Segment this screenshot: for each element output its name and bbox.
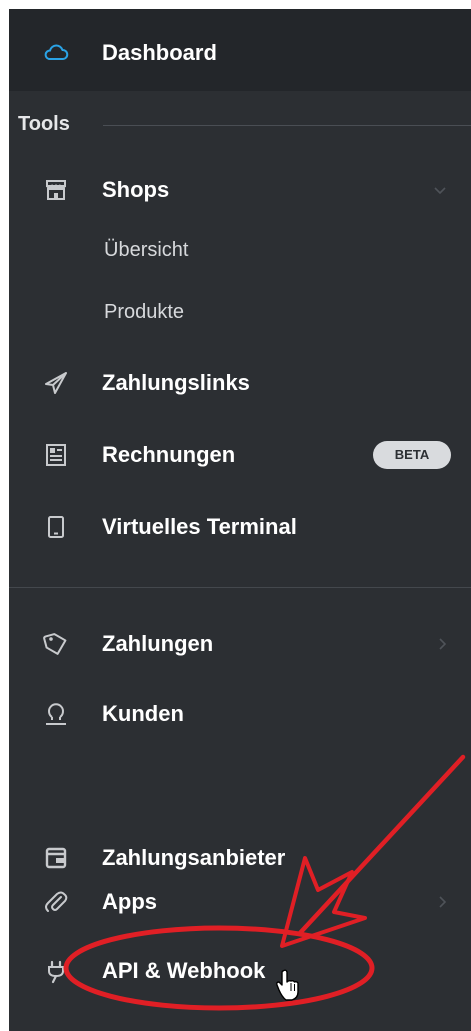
red-arrow-annotation [280,754,466,948]
hand-cursor-icon [276,969,299,1001]
red-circle-annotation [63,925,375,1011]
annotation-overlay [63,754,466,1011]
